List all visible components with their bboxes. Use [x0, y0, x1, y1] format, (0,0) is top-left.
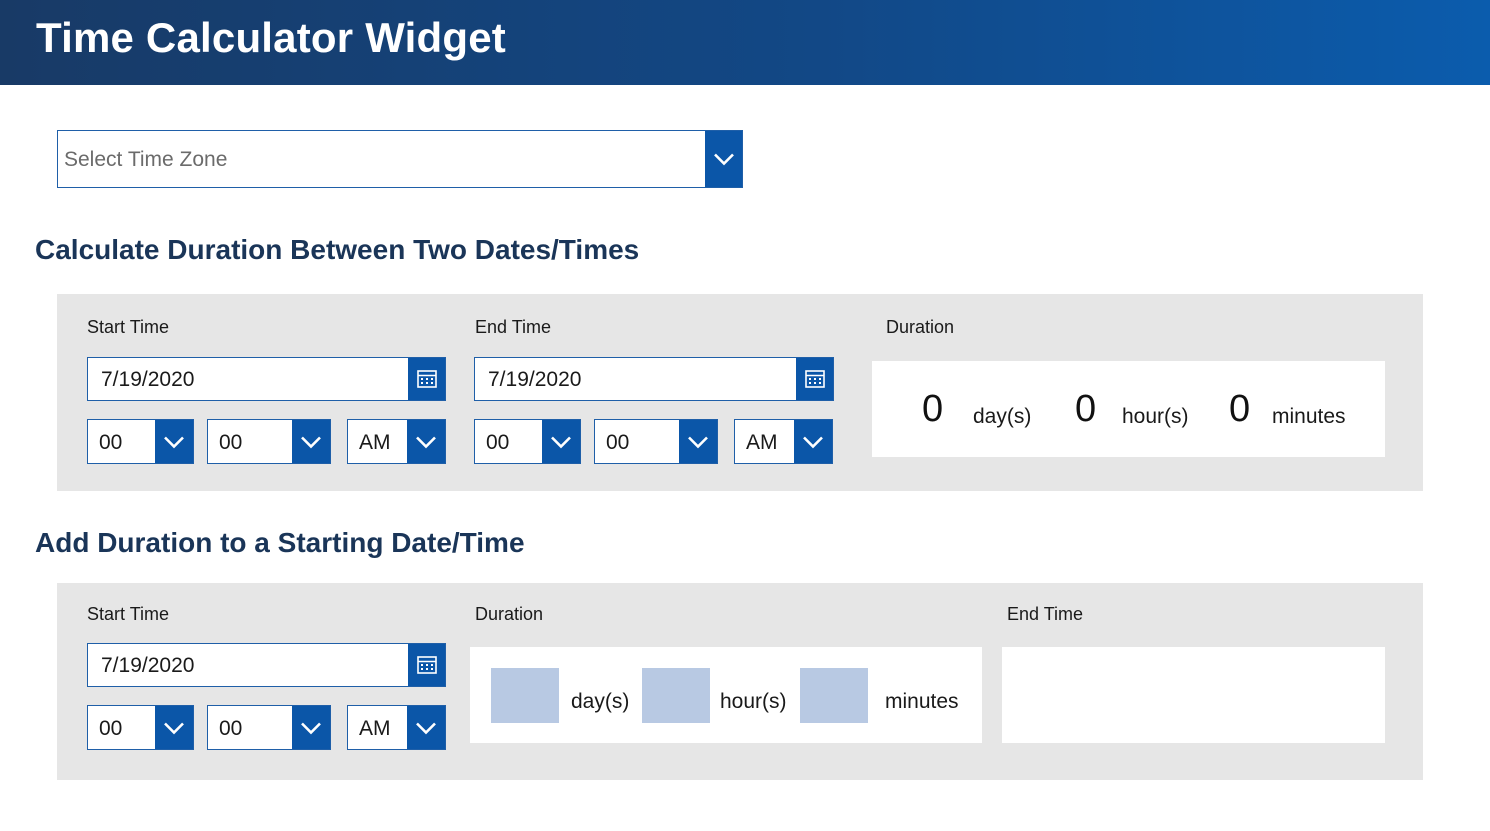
start-minute-select[interactable]: 00 — [207, 705, 331, 750]
end-ampm-select[interactable]: AM — [734, 419, 833, 464]
chevron-down-icon[interactable] — [292, 420, 330, 463]
chevron-down-icon[interactable] — [155, 420, 193, 463]
duration-input-box: day(s) hour(s) minutes — [470, 647, 982, 743]
start-date-field[interactable]: 7/19/2020 — [87, 643, 446, 687]
end-date-value: 7/19/2020 — [488, 368, 582, 391]
end-hour-select[interactable]: 00 — [474, 419, 581, 464]
start-ampm-value: AM — [359, 717, 391, 740]
end-ampm-value: AM — [746, 431, 778, 454]
section-add-duration-title: Add Duration to a Starting Date/Time — [35, 527, 525, 558]
start-minute-value: 00 — [219, 717, 243, 740]
section-duration-title: Calculate Duration Between Two Dates/Tim… — [35, 234, 640, 265]
minutes-input[interactable] — [800, 668, 868, 723]
end-time-label: End Time — [1007, 604, 1084, 624]
calendar-icon[interactable] — [408, 644, 445, 686]
start-time-label: Start Time — [87, 604, 170, 624]
chevron-down-icon[interactable] — [794, 420, 832, 463]
end-date-field[interactable]: 7/19/2020 — [474, 357, 834, 401]
chevron-down-icon[interactable] — [407, 420, 445, 463]
app-header: Time Calculator Widget — [0, 0, 1490, 85]
start-date-field[interactable]: 7/19/2020 — [87, 357, 446, 401]
calendar-icon[interactable] — [408, 358, 445, 400]
duration-result-box: 0 day(s) 0 hour(s) 0 minutes — [872, 361, 1385, 457]
duration-hours-value: 0 — [1075, 388, 1097, 430]
start-time-label: Start Time — [87, 317, 170, 337]
chevron-down-icon[interactable] — [155, 706, 193, 749]
start-date-value: 7/19/2020 — [101, 368, 195, 391]
days-input[interactable] — [491, 668, 559, 723]
start-ampm-select[interactable]: AM — [347, 705, 446, 750]
start-date-value: 7/19/2020 — [101, 654, 195, 677]
add-duration-panel: Start Time 7/19/2020 00 00 AM Duration d… — [57, 583, 1423, 780]
start-hour-value: 00 — [99, 717, 123, 740]
hours-unit: hour(s) — [720, 690, 787, 713]
calendar-icon[interactable] — [796, 358, 833, 400]
hours-input[interactable] — [642, 668, 710, 723]
end-minute-select[interactable]: 00 — [594, 419, 718, 464]
page-title: Time Calculator Widget — [36, 14, 506, 61]
start-ampm-value: AM — [359, 431, 391, 454]
duration-days-unit: day(s) — [973, 405, 1032, 428]
end-hour-value: 00 — [486, 431, 510, 454]
start-minute-value: 00 — [219, 431, 243, 454]
minutes-unit: minutes — [885, 690, 959, 713]
chevron-down-icon[interactable] — [542, 420, 580, 463]
duration-between-panel: Start Time 7/19/2020 00 00 AM End Time 7… — [57, 294, 1423, 491]
chevron-down-icon[interactable] — [292, 706, 330, 749]
timezone-select[interactable]: Select Time Zone — [57, 130, 743, 188]
duration-hours-unit: hour(s) — [1122, 405, 1189, 428]
duration-days-value: 0 — [922, 388, 944, 430]
start-minute-select[interactable]: 00 — [207, 419, 331, 464]
start-hour-select[interactable]: 00 — [87, 705, 194, 750]
end-minute-value: 00 — [606, 431, 630, 454]
end-time-result-box — [1002, 647, 1385, 743]
duration-label: Duration — [886, 317, 955, 337]
start-hour-value: 00 — [99, 431, 123, 454]
duration-label: Duration — [475, 604, 544, 624]
days-unit: day(s) — [571, 690, 630, 713]
chevron-down-icon[interactable] — [679, 420, 717, 463]
duration-minutes-value: 0 — [1229, 388, 1251, 430]
chevron-down-icon[interactable] — [705, 131, 742, 187]
chevron-down-icon[interactable] — [407, 706, 445, 749]
start-ampm-select[interactable]: AM — [347, 419, 446, 464]
start-hour-select[interactable]: 00 — [87, 419, 194, 464]
timezone-placeholder: Select Time Zone — [64, 148, 228, 171]
duration-minutes-unit: minutes — [1272, 405, 1346, 428]
end-time-label: End Time — [475, 317, 552, 337]
